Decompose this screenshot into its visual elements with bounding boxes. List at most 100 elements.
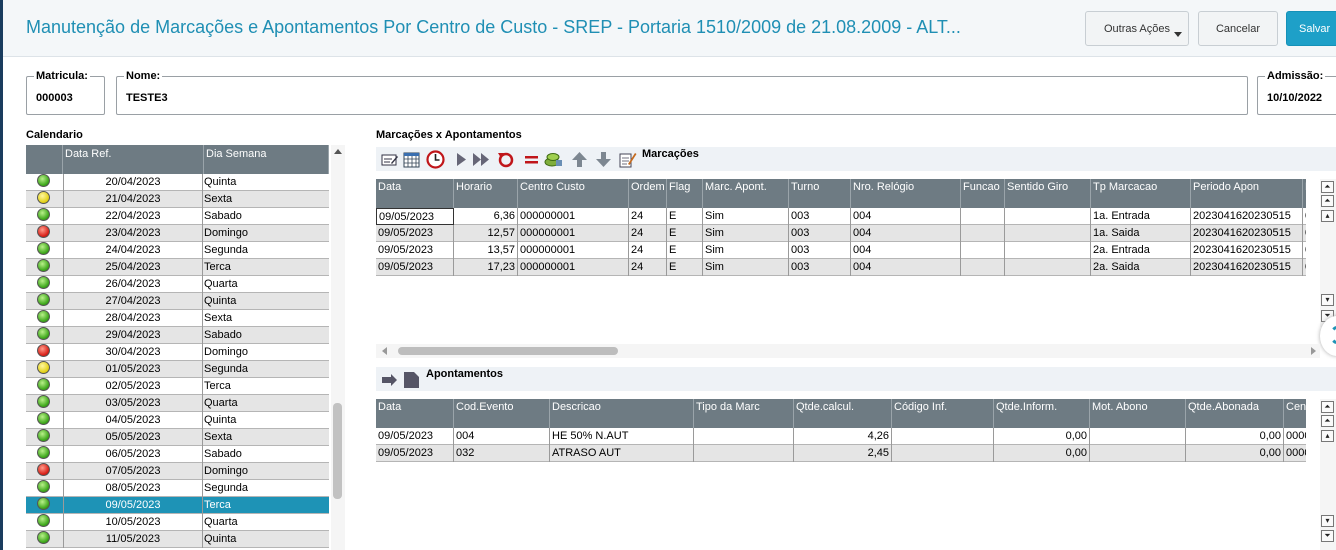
document-icon[interactable] [402, 370, 421, 389]
save-button[interactable]: Salvar [1286, 11, 1336, 46]
table-cell[interactable]: 0,00 [1186, 428, 1284, 445]
table-cell[interactable]: 000000001 [518, 225, 629, 242]
table-cell[interactable]: 2a. Entrada [1091, 242, 1191, 259]
table-cell[interactable]: E [667, 208, 703, 225]
table-cell[interactable] [694, 428, 794, 445]
calendar-grid[interactable]: Data Ref. Dia Semana 20/04/2023 Quinta 21/… [26, 145, 329, 550]
calendar-scrollbar[interactable] [331, 145, 345, 550]
table-cell[interactable]: Sim [703, 242, 789, 259]
table-cell[interactable]: 000000001 [518, 259, 629, 276]
marcacoes-header[interactable]: Marc. Apont. [703, 179, 789, 208]
next-icon[interactable] [452, 150, 471, 169]
calendar-row[interactable]: 24/04/2023 Segunda [26, 242, 329, 259]
scroll-page-up-icon[interactable]: ⏶ [1321, 415, 1334, 427]
table-cell[interactable] [961, 242, 1005, 259]
table-cell[interactable]: 0,00 [1186, 445, 1284, 462]
arrow-down-icon[interactable] [594, 150, 613, 169]
table-cell[interactable] [1005, 242, 1091, 259]
table-cell[interactable]: 0,00 [994, 445, 1090, 462]
calendar-row[interactable]: 05/05/2023 Sexta [26, 429, 329, 446]
calendar-row[interactable]: 06/05/2023 Sabado [26, 446, 329, 463]
marcacoes-header[interactable]: Turno [789, 179, 851, 208]
table-cell[interactable]: 24 [629, 208, 667, 225]
table-cell[interactable]: 09/ [1303, 242, 1306, 259]
calendar-row[interactable]: 25/04/2023 Terca [26, 259, 329, 276]
money-icon[interactable] [544, 150, 563, 169]
cancel-button[interactable]: Cancelar [1198, 11, 1278, 46]
table-cell[interactable]: 24 [629, 242, 667, 259]
table-cell[interactable]: 09/ [1303, 225, 1306, 242]
scroll-left-icon[interactable] [382, 347, 387, 355]
table-cell[interactable]: 003 [789, 225, 851, 242]
edit-grid-icon[interactable] [380, 150, 399, 169]
apontamentos-header[interactable]: Qtde.Abonada [1186, 399, 1284, 428]
clock-icon[interactable] [426, 150, 445, 169]
marcacoes-header[interactable]: Flag [667, 179, 703, 208]
calendar-row[interactable]: 01/05/2023 Segunda [26, 361, 329, 378]
table-cell[interactable]: HE 50% N.AUT [550, 428, 694, 445]
table-cell[interactable] [1005, 225, 1091, 242]
matricula-field[interactable]: Matricula: 000003 [26, 70, 105, 115]
table-cell[interactable]: 2,45 [794, 445, 892, 462]
scroll-up-icon[interactable]: ▴ [1321, 430, 1334, 442]
fast-forward-icon[interactable] [472, 150, 491, 169]
calendar-row[interactable]: 02/05/2023 Terca [26, 378, 329, 395]
apontamentos-header[interactable]: Tipo da Marc [694, 399, 794, 428]
table-cell[interactable]: 09/ [1303, 208, 1306, 225]
table-cell[interactable]: 6,36 [454, 208, 518, 225]
table-cell[interactable] [1005, 259, 1091, 276]
table-cell[interactable] [892, 428, 994, 445]
calendar-row[interactable]: 21/04/2023 Sexta [26, 191, 329, 208]
table-cell[interactable]: 09/ [1303, 259, 1306, 276]
marcacoes-header[interactable]: Centro Custo [518, 179, 629, 208]
apontamentos-header[interactable]: Centro [1284, 399, 1306, 428]
marcacoes-header[interactable]: Ordem [629, 179, 667, 208]
table-cell[interactable]: 24 [629, 225, 667, 242]
apontamentos-header[interactable]: Qtde.Inform. [994, 399, 1090, 428]
scroll-up-icon[interactable]: ▴ [1321, 210, 1334, 222]
table-cell[interactable]: 004 [851, 208, 961, 225]
apontamentos-header[interactable]: Qtde.calcul. [794, 399, 892, 428]
marcacoes-header[interactable]: Da [1303, 179, 1306, 208]
other-actions-button[interactable]: Outras Ações [1085, 11, 1189, 46]
table-cell[interactable]: 2a. Saida [1091, 259, 1191, 276]
scroll-right-icon[interactable] [1311, 347, 1316, 355]
table-cell[interactable]: 000000001 [518, 242, 629, 259]
nome-field[interactable]: Nome: TESTE3 [116, 70, 1248, 115]
table-cell[interactable] [1005, 208, 1091, 225]
table-cell[interactable]: E [667, 242, 703, 259]
marcacoes-hscrollbar[interactable] [376, 344, 1320, 358]
table-cell[interactable]: 004 [851, 242, 961, 259]
scroll-down-icon[interactable]: ▾ [1321, 515, 1334, 527]
table-cell[interactable]: Sim [703, 259, 789, 276]
calendar-row[interactable]: 22/04/2023 Sabado [26, 208, 329, 225]
calendar-row[interactable]: 23/04/2023 Domingo [26, 225, 329, 242]
table-cell[interactable]: 2023041620230515 [1191, 242, 1303, 259]
marcacoes-header[interactable]: Data [376, 179, 454, 208]
marcacoes-scrollbar[interactable]: ⏶ ⏶ ▴ ▾ ⏷ [1320, 179, 1336, 327]
marcacoes-header[interactable]: Periodo Apon [1191, 179, 1303, 208]
table-cell[interactable]: 003 [789, 242, 851, 259]
table-cell[interactable]: 032 [454, 445, 550, 462]
table-cell[interactable]: 4,26 [794, 428, 892, 445]
table-cell[interactable]: 003 [789, 208, 851, 225]
table-row[interactable]: 09/05/2023032ATRASO AUT2,450,000,0000000 [376, 445, 1306, 462]
table-cell[interactable]: 13,57 [454, 242, 518, 259]
calendar-row[interactable]: 08/05/2023 Segunda [26, 480, 329, 497]
table-row[interactable]: 09/05/2023 004 HE 50% N.AUT 4,26 0,00 0,00 000… [376, 428, 1306, 445]
calendar-row[interactable]: 27/04/2023 Quinta [26, 293, 329, 310]
calendar-row[interactable]: 07/05/2023 Domingo [26, 463, 329, 480]
apontamentos-header[interactable]: Descricao [550, 399, 694, 428]
scroll-top-icon[interactable]: ⏶ [1321, 401, 1334, 413]
calendar-row[interactable]: 11/05/2023 Quinta [26, 531, 329, 548]
calendar-row[interactable]: 04/05/2023 Quinta [26, 412, 329, 429]
table-cell[interactable]: 004 [851, 259, 961, 276]
table-cell[interactable]: Sim [703, 225, 789, 242]
table-cell[interactable]: 004 [851, 225, 961, 242]
table-cell[interactable]: 00000 [1284, 428, 1306, 445]
table-cell[interactable]: E [667, 225, 703, 242]
export-arrow-icon[interactable] [380, 370, 399, 389]
scroll-page-up-icon[interactable]: ⏶ [1321, 195, 1334, 207]
scroll-top-icon[interactable]: ⏶ [1321, 181, 1334, 193]
table-cell[interactable]: 000000001 [518, 208, 629, 225]
